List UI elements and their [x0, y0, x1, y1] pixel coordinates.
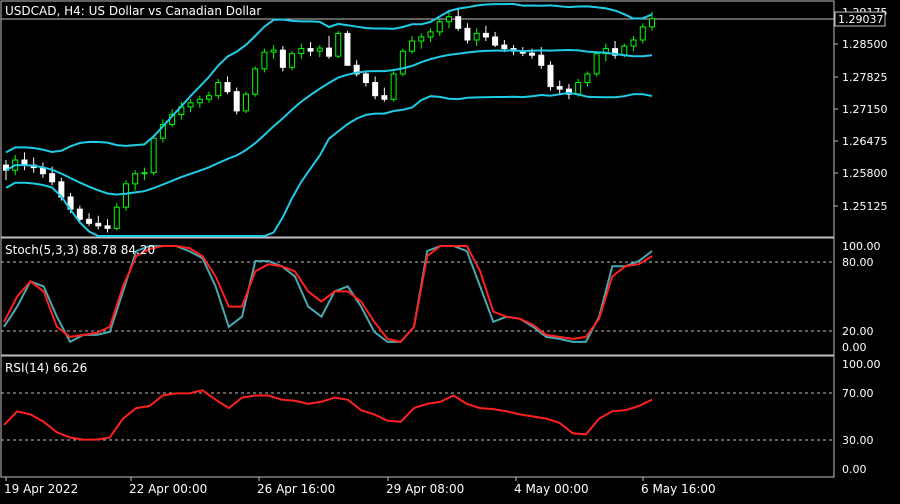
candle-body	[538, 54, 545, 66]
candle-body	[233, 91, 240, 112]
candle-body	[390, 73, 397, 100]
candle-body	[445, 16, 452, 23]
candle-body	[649, 18, 655, 28]
candle-body	[547, 64, 554, 88]
rsi-tick-label: 0.00	[842, 463, 867, 476]
price-tick-label: 1.27825	[842, 71, 888, 84]
candle-body	[399, 50, 406, 75]
candle-body	[501, 44, 508, 50]
candle-body	[436, 21, 443, 33]
candle-body	[464, 27, 471, 41]
price-tick-label: 1.25125	[842, 200, 888, 213]
time-tick-label: 22 Apr 00:00	[129, 482, 207, 496]
rsi-tick-label: 70.00	[842, 387, 874, 400]
candle-body	[49, 173, 56, 183]
candle-body	[621, 45, 628, 56]
time-tick-label: 29 Apr 08:00	[386, 482, 464, 496]
price-tick-label: 1.27150	[842, 103, 888, 116]
price-tick-label: 1.28500	[842, 38, 888, 51]
candle-body	[196, 98, 203, 104]
rsi-tick-label: 100.00	[842, 358, 881, 371]
candle-body	[141, 172, 148, 175]
candle-body	[344, 32, 351, 66]
time-tick-label: 19 Apr 2022	[4, 482, 78, 496]
candle-body	[372, 82, 379, 97]
time-tick-label: 6 May 16:00	[641, 482, 716, 496]
candle-body	[326, 47, 332, 57]
price-tick-label: 1.26475	[842, 135, 888, 148]
stoch-tick-label: 100.00	[842, 240, 881, 253]
rsi-label: RSI(14) 66.26	[5, 361, 87, 375]
time-tick-label: 4 May 00:00	[514, 482, 589, 496]
rsi-tick-label: 30.00	[842, 434, 874, 447]
candle-body	[529, 52, 536, 56]
stoch-tick-label: 0.00	[842, 341, 867, 354]
candle-body	[113, 206, 120, 229]
candle-body	[150, 137, 157, 174]
candle-body	[492, 36, 499, 46]
stochastic-label: Stoch(5,3,3) 88.78 84.20	[5, 243, 155, 257]
candle-body	[418, 36, 425, 42]
candle-body	[132, 173, 139, 185]
candle-body	[575, 82, 582, 95]
candle-body	[270, 49, 277, 53]
candle-body	[95, 222, 102, 227]
candle-body	[482, 32, 489, 38]
chart-title: USDCAD, H4: US Dollar vs Canadian Dollar	[5, 4, 261, 18]
candle-body	[584, 73, 591, 84]
candle-body	[279, 49, 286, 68]
candle-body	[242, 93, 249, 112]
candle-body	[86, 218, 93, 224]
candle-body	[289, 53, 296, 68]
candle-body	[307, 48, 314, 52]
candle-body	[316, 47, 323, 52]
candle-body	[206, 95, 213, 100]
current-price-label: 1.29037	[838, 13, 884, 26]
candle-body	[639, 26, 646, 41]
current-price-marker: 1.29037	[834, 11, 886, 27]
candle-body	[427, 31, 434, 38]
candle-body	[409, 40, 416, 52]
candle-body	[76, 208, 83, 220]
candle-body	[187, 102, 194, 108]
price-tick-label: 1.25800	[842, 167, 888, 180]
candle-body	[298, 48, 305, 55]
chart-canvas[interactable]: USDCAD, H4: US Dollar vs Canadian Dollar…	[0, 0, 900, 500]
candle-body	[556, 86, 563, 90]
candle-body	[473, 32, 480, 41]
candle-body	[381, 95, 388, 100]
candle-body	[122, 183, 129, 208]
candle-body	[104, 225, 111, 229]
candle-body	[630, 39, 637, 47]
candle-body	[215, 82, 222, 97]
trading-chart-window[interactable]: USDCAD, H4: US Dollar vs Canadian Dollar…	[0, 0, 900, 500]
candle-body	[455, 16, 462, 29]
candle-body	[335, 32, 342, 57]
candle-body	[261, 51, 268, 70]
candle-body	[252, 68, 259, 95]
stoch-tick-label: 20.00	[842, 325, 874, 338]
stoch-tick-label: 80.00	[842, 256, 874, 269]
candle-body	[362, 73, 369, 84]
candle-body	[593, 53, 600, 75]
candle-body	[224, 82, 231, 93]
time-tick-label: 26 Apr 16:00	[257, 482, 335, 496]
